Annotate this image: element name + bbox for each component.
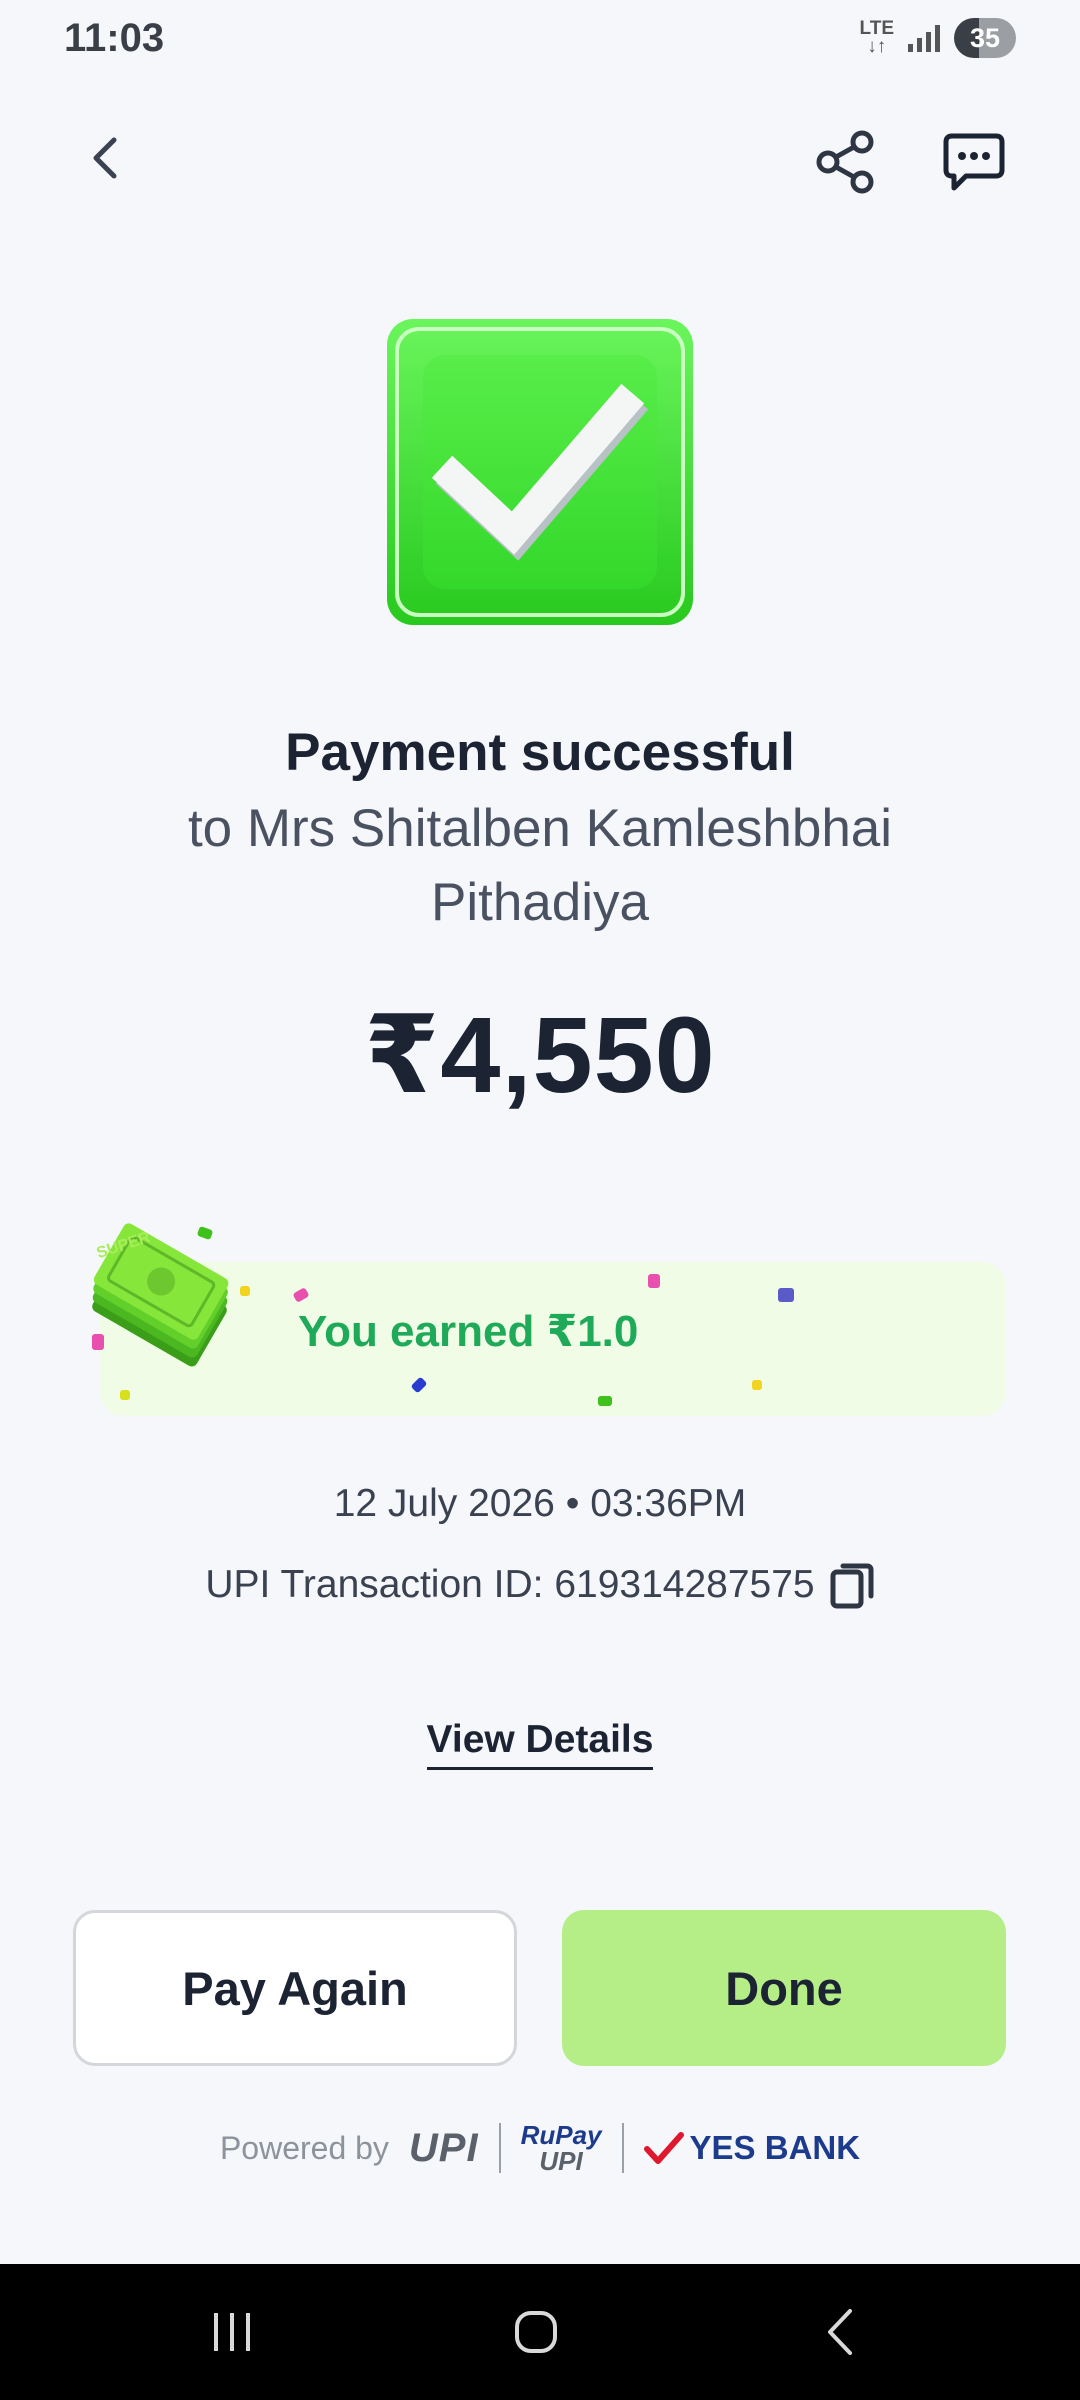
share-icon xyxy=(816,130,874,194)
upi-logo: UPI xyxy=(408,2125,479,2170)
lte-indicator: LTE ↓↑ xyxy=(860,19,894,57)
upi-transaction-id: UPI Transaction ID: 619314287575 xyxy=(205,1563,815,1606)
confetti xyxy=(648,1274,660,1288)
confetti xyxy=(240,1286,250,1296)
transaction-datetime: 12 July 2026 • 03:36PM xyxy=(333,1482,747,1525)
status-indicators: LTE ↓↑ 35 xyxy=(860,18,1016,58)
upi-transaction-row: UPI Transaction ID: 619314287575 xyxy=(0,1560,1080,1610)
signal-icon xyxy=(908,24,940,52)
copy-icon xyxy=(830,1563,874,1609)
home-button[interactable] xyxy=(504,2302,568,2362)
copy-button[interactable] xyxy=(829,1560,875,1610)
pay-again-button[interactable]: Pay Again xyxy=(73,1910,517,2066)
confetti xyxy=(752,1380,762,1390)
confetti xyxy=(120,1390,130,1400)
yes-bank-logo: YES BANK xyxy=(643,2129,861,2167)
payment-amount: ₹4,550 xyxy=(364,994,716,1115)
system-nav-bar xyxy=(0,2264,1080,2400)
share-button[interactable] xyxy=(810,126,882,198)
status-bar: 11:03 LTE ↓↑ 35 xyxy=(0,0,1080,80)
recents-icon xyxy=(214,2313,250,2351)
back-button[interactable] xyxy=(70,122,142,194)
divider xyxy=(621,2123,624,2173)
recipient-name: to Mrs Shitalben Kamleshbhai Pithadiya xyxy=(187,799,893,932)
chat-button[interactable] xyxy=(938,126,1010,198)
payment-success-screen: 11:03 LTE ↓↑ 35 Payment successful to Mr… xyxy=(0,0,1080,2400)
yes-bank-text: YES BANK xyxy=(689,2129,861,2166)
rupay-upi-text: UPI xyxy=(539,2146,583,2176)
cash-stack-icon: SUPER xyxy=(72,1214,252,1394)
chevron-left-icon xyxy=(93,137,117,179)
nav-back-icon xyxy=(828,2309,852,2355)
view-details-row: View Details xyxy=(0,1718,1080,1770)
divider xyxy=(498,2123,501,2173)
powered-by-footer: Powered by UPI RuPay UPI YES BANK xyxy=(0,2122,1080,2174)
powered-by-text: Powered by xyxy=(219,2129,389,2166)
yes-bank-check-icon xyxy=(643,2132,684,2164)
nav-back-button[interactable] xyxy=(808,2302,872,2362)
reward-text: You earned ₹1.0 xyxy=(298,1307,639,1356)
confetti xyxy=(92,1334,104,1350)
chat-bubble-icon xyxy=(943,133,1005,191)
view-details-link[interactable]: View Details xyxy=(426,1718,654,1770)
confetti xyxy=(598,1396,612,1406)
checkmark-badge-icon xyxy=(383,315,697,629)
data-arrows-icon: ↓↑ xyxy=(867,36,887,57)
rupay-upi-logo: RuPay UPI xyxy=(521,2122,602,2174)
payment-status-title: Payment successful xyxy=(285,723,795,782)
home-icon xyxy=(515,2311,557,2353)
battery-indicator: 35 xyxy=(954,18,1016,58)
done-button[interactable]: Done xyxy=(562,1910,1006,2066)
confetti xyxy=(778,1288,794,1302)
rupay-text: RuPay xyxy=(520,2120,602,2150)
recents-button[interactable] xyxy=(200,2302,264,2362)
status-time: 11:03 xyxy=(64,16,165,60)
